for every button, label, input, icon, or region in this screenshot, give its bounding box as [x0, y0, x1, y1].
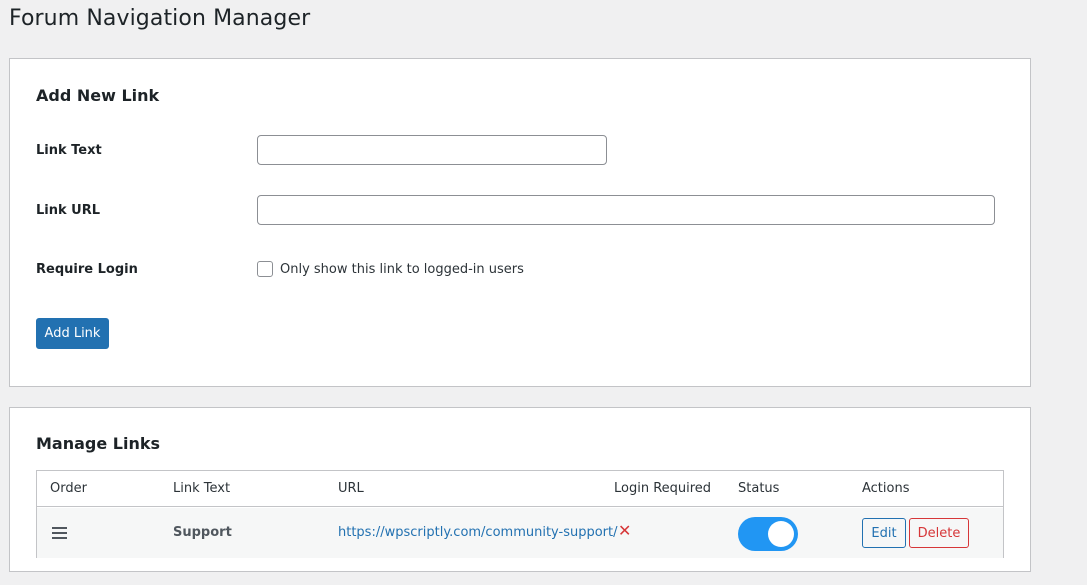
require-login-checkbox-label[interactable]: Only show this link to logged-in users: [280, 262, 524, 277]
column-header-url: URL: [338, 481, 364, 496]
column-header-order: Order: [50, 481, 87, 496]
links-table: Order Link Text URL Login Required Statu…: [36, 470, 1004, 558]
column-header-status: Status: [738, 481, 780, 496]
delete-button[interactable]: Delete: [909, 518, 969, 548]
row-url-link[interactable]: https://wpscriptly.com/community-support…: [338, 525, 618, 540]
column-header-link-text: Link Text: [173, 481, 231, 496]
link-text-label: Link Text: [36, 143, 102, 158]
add-link-button[interactable]: Add Link: [36, 318, 109, 349]
page-title: Forum Navigation Manager: [9, 6, 311, 31]
link-text-input[interactable]: [257, 135, 607, 165]
require-login-label: Require Login: [36, 262, 138, 277]
column-header-actions: Actions: [862, 481, 910, 496]
link-url-input[interactable]: [257, 195, 995, 225]
link-url-label: Link URL: [36, 203, 101, 218]
toggle-knob: [768, 521, 794, 547]
x-icon: ✕: [618, 521, 632, 540]
manage-links-card: Manage Links Order Link Text URL Login R…: [9, 407, 1031, 572]
manage-links-heading: Manage Links: [36, 434, 161, 453]
edit-button[interactable]: Edit: [862, 518, 906, 548]
require-login-checkbox[interactable]: [257, 261, 273, 277]
status-toggle[interactable]: [738, 517, 798, 551]
row-link-text: Support: [173, 525, 232, 540]
add-link-card: Add New Link Link Text Link URL Require …: [9, 58, 1031, 387]
table-header: Order Link Text URL Login Required Statu…: [37, 471, 1003, 507]
column-header-login-required: Login Required: [614, 481, 712, 496]
drag-handle-icon[interactable]: [52, 527, 67, 539]
table-row: Support https://wpscriptly.com/community…: [37, 508, 1003, 558]
add-link-heading: Add New Link: [36, 86, 160, 105]
